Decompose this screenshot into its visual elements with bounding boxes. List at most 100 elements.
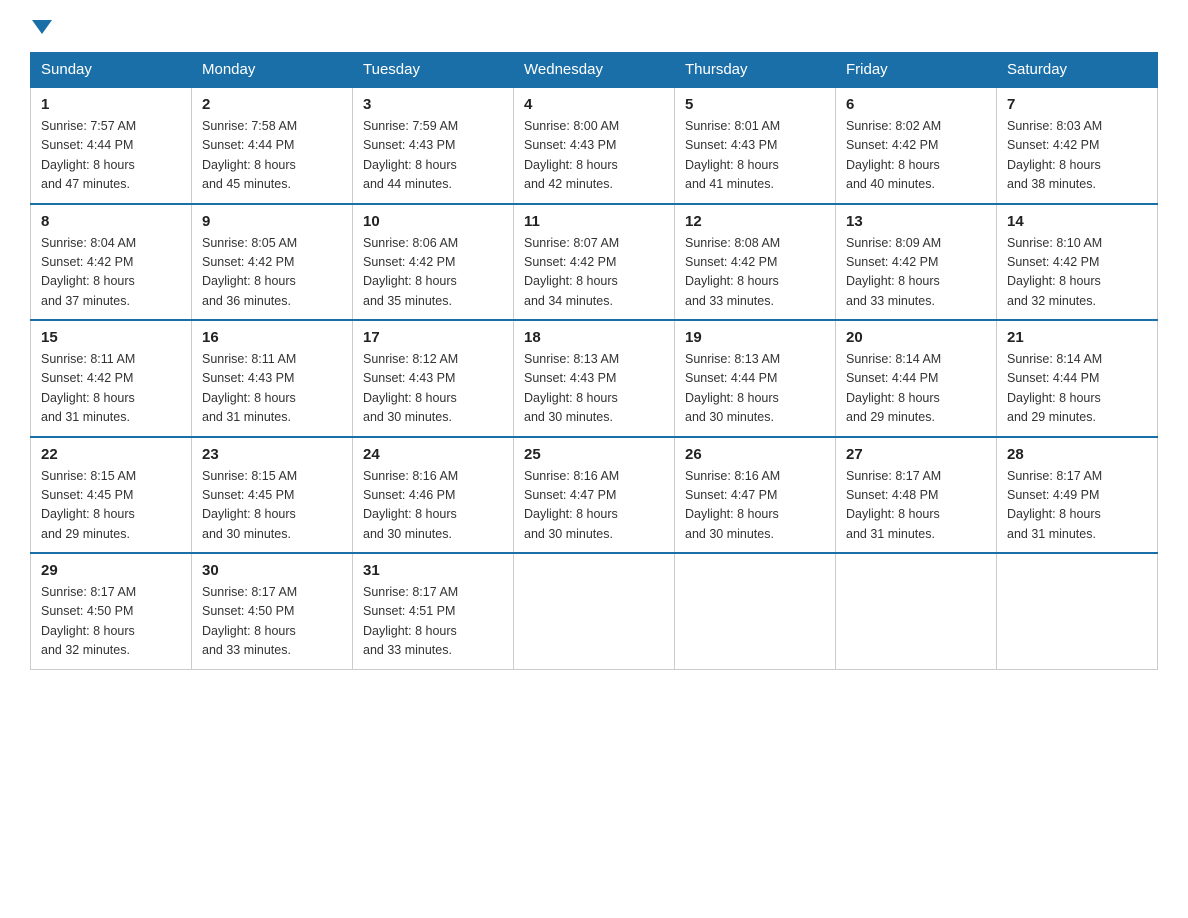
day-number: 19	[685, 329, 825, 346]
weekday-header-sunday: Sunday	[31, 53, 192, 88]
day-info: Sunrise: 8:08 AMSunset: 4:42 PMDaylight:…	[685, 234, 825, 312]
day-number: 30	[202, 562, 342, 579]
calendar-cell	[836, 553, 997, 669]
day-info: Sunrise: 8:00 AMSunset: 4:43 PMDaylight:…	[524, 117, 664, 195]
weekday-header-row: SundayMondayTuesdayWednesdayThursdayFrid…	[31, 53, 1158, 88]
day-info: Sunrise: 8:17 AMSunset: 4:51 PMDaylight:…	[363, 583, 503, 661]
day-number: 9	[202, 213, 342, 230]
calendar-week-row: 15 Sunrise: 8:11 AMSunset: 4:42 PMDaylig…	[31, 320, 1158, 437]
day-info: Sunrise: 8:16 AMSunset: 4:46 PMDaylight:…	[363, 467, 503, 545]
calendar-cell: 2 Sunrise: 7:58 AMSunset: 4:44 PMDayligh…	[192, 87, 353, 204]
day-number: 16	[202, 329, 342, 346]
calendar-cell: 11 Sunrise: 8:07 AMSunset: 4:42 PMDaylig…	[514, 204, 675, 321]
calendar-table: SundayMondayTuesdayWednesdayThursdayFrid…	[30, 52, 1158, 670]
calendar-cell: 27 Sunrise: 8:17 AMSunset: 4:48 PMDaylig…	[836, 437, 997, 554]
day-number: 12	[685, 213, 825, 230]
day-number: 5	[685, 96, 825, 113]
day-number: 1	[41, 96, 181, 113]
day-number: 7	[1007, 96, 1147, 113]
calendar-cell: 5 Sunrise: 8:01 AMSunset: 4:43 PMDayligh…	[675, 87, 836, 204]
day-number: 23	[202, 446, 342, 463]
calendar-cell	[675, 553, 836, 669]
day-info: Sunrise: 8:13 AMSunset: 4:43 PMDaylight:…	[524, 350, 664, 428]
calendar-cell: 30 Sunrise: 8:17 AMSunset: 4:50 PMDaylig…	[192, 553, 353, 669]
day-number: 18	[524, 329, 664, 346]
weekday-header-saturday: Saturday	[997, 53, 1158, 88]
day-info: Sunrise: 8:15 AMSunset: 4:45 PMDaylight:…	[202, 467, 342, 545]
weekday-header-wednesday: Wednesday	[514, 53, 675, 88]
calendar-cell: 7 Sunrise: 8:03 AMSunset: 4:42 PMDayligh…	[997, 87, 1158, 204]
day-info: Sunrise: 8:09 AMSunset: 4:42 PMDaylight:…	[846, 234, 986, 312]
calendar-cell: 6 Sunrise: 8:02 AMSunset: 4:42 PMDayligh…	[836, 87, 997, 204]
calendar-cell: 8 Sunrise: 8:04 AMSunset: 4:42 PMDayligh…	[31, 204, 192, 321]
day-number: 22	[41, 446, 181, 463]
day-info: Sunrise: 8:15 AMSunset: 4:45 PMDaylight:…	[41, 467, 181, 545]
calendar-cell: 25 Sunrise: 8:16 AMSunset: 4:47 PMDaylig…	[514, 437, 675, 554]
day-info: Sunrise: 7:59 AMSunset: 4:43 PMDaylight:…	[363, 117, 503, 195]
day-number: 29	[41, 562, 181, 579]
calendar-cell: 21 Sunrise: 8:14 AMSunset: 4:44 PMDaylig…	[997, 320, 1158, 437]
calendar-week-row: 1 Sunrise: 7:57 AMSunset: 4:44 PMDayligh…	[31, 87, 1158, 204]
calendar-cell: 29 Sunrise: 8:17 AMSunset: 4:50 PMDaylig…	[31, 553, 192, 669]
day-number: 26	[685, 446, 825, 463]
calendar-cell: 13 Sunrise: 8:09 AMSunset: 4:42 PMDaylig…	[836, 204, 997, 321]
day-info: Sunrise: 8:17 AMSunset: 4:48 PMDaylight:…	[846, 467, 986, 545]
day-number: 27	[846, 446, 986, 463]
day-info: Sunrise: 8:14 AMSunset: 4:44 PMDaylight:…	[846, 350, 986, 428]
calendar-cell	[514, 553, 675, 669]
day-info: Sunrise: 7:58 AMSunset: 4:44 PMDaylight:…	[202, 117, 342, 195]
day-info: Sunrise: 7:57 AMSunset: 4:44 PMDaylight:…	[41, 117, 181, 195]
day-number: 8	[41, 213, 181, 230]
logo-arrow-icon	[32, 20, 52, 34]
day-number: 14	[1007, 213, 1147, 230]
day-info: Sunrise: 8:13 AMSunset: 4:44 PMDaylight:…	[685, 350, 825, 428]
day-number: 25	[524, 446, 664, 463]
calendar-cell: 20 Sunrise: 8:14 AMSunset: 4:44 PMDaylig…	[836, 320, 997, 437]
day-info: Sunrise: 8:17 AMSunset: 4:50 PMDaylight:…	[202, 583, 342, 661]
day-info: Sunrise: 8:16 AMSunset: 4:47 PMDaylight:…	[524, 467, 664, 545]
calendar-header: SundayMondayTuesdayWednesdayThursdayFrid…	[31, 53, 1158, 88]
calendar-cell: 1 Sunrise: 7:57 AMSunset: 4:44 PMDayligh…	[31, 87, 192, 204]
weekday-header-monday: Monday	[192, 53, 353, 88]
calendar-cell: 28 Sunrise: 8:17 AMSunset: 4:49 PMDaylig…	[997, 437, 1158, 554]
day-number: 10	[363, 213, 503, 230]
day-info: Sunrise: 8:11 AMSunset: 4:43 PMDaylight:…	[202, 350, 342, 428]
day-number: 4	[524, 96, 664, 113]
calendar-cell: 15 Sunrise: 8:11 AMSunset: 4:42 PMDaylig…	[31, 320, 192, 437]
calendar-cell: 31 Sunrise: 8:17 AMSunset: 4:51 PMDaylig…	[353, 553, 514, 669]
day-info: Sunrise: 8:17 AMSunset: 4:50 PMDaylight:…	[41, 583, 181, 661]
calendar-cell: 14 Sunrise: 8:10 AMSunset: 4:42 PMDaylig…	[997, 204, 1158, 321]
day-info: Sunrise: 8:01 AMSunset: 4:43 PMDaylight:…	[685, 117, 825, 195]
calendar-cell	[997, 553, 1158, 669]
weekday-header-tuesday: Tuesday	[353, 53, 514, 88]
day-info: Sunrise: 8:05 AMSunset: 4:42 PMDaylight:…	[202, 234, 342, 312]
day-number: 17	[363, 329, 503, 346]
day-info: Sunrise: 8:03 AMSunset: 4:42 PMDaylight:…	[1007, 117, 1147, 195]
day-info: Sunrise: 8:10 AMSunset: 4:42 PMDaylight:…	[1007, 234, 1147, 312]
day-info: Sunrise: 8:17 AMSunset: 4:49 PMDaylight:…	[1007, 467, 1147, 545]
calendar-cell: 10 Sunrise: 8:06 AMSunset: 4:42 PMDaylig…	[353, 204, 514, 321]
calendar-week-row: 22 Sunrise: 8:15 AMSunset: 4:45 PMDaylig…	[31, 437, 1158, 554]
calendar-cell: 9 Sunrise: 8:05 AMSunset: 4:42 PMDayligh…	[192, 204, 353, 321]
calendar-cell: 23 Sunrise: 8:15 AMSunset: 4:45 PMDaylig…	[192, 437, 353, 554]
calendar-cell: 18 Sunrise: 8:13 AMSunset: 4:43 PMDaylig…	[514, 320, 675, 437]
day-number: 2	[202, 96, 342, 113]
calendar-body: 1 Sunrise: 7:57 AMSunset: 4:44 PMDayligh…	[31, 87, 1158, 669]
day-info: Sunrise: 8:12 AMSunset: 4:43 PMDaylight:…	[363, 350, 503, 428]
logo	[30, 20, 54, 34]
calendar-cell: 26 Sunrise: 8:16 AMSunset: 4:47 PMDaylig…	[675, 437, 836, 554]
day-number: 15	[41, 329, 181, 346]
day-number: 28	[1007, 446, 1147, 463]
weekday-header-thursday: Thursday	[675, 53, 836, 88]
calendar-cell: 22 Sunrise: 8:15 AMSunset: 4:45 PMDaylig…	[31, 437, 192, 554]
day-info: Sunrise: 8:07 AMSunset: 4:42 PMDaylight:…	[524, 234, 664, 312]
calendar-cell: 12 Sunrise: 8:08 AMSunset: 4:42 PMDaylig…	[675, 204, 836, 321]
day-number: 24	[363, 446, 503, 463]
day-number: 6	[846, 96, 986, 113]
day-number: 3	[363, 96, 503, 113]
calendar-cell: 19 Sunrise: 8:13 AMSunset: 4:44 PMDaylig…	[675, 320, 836, 437]
calendar-week-row: 29 Sunrise: 8:17 AMSunset: 4:50 PMDaylig…	[31, 553, 1158, 669]
day-info: Sunrise: 8:06 AMSunset: 4:42 PMDaylight:…	[363, 234, 503, 312]
weekday-header-friday: Friday	[836, 53, 997, 88]
day-number: 13	[846, 213, 986, 230]
